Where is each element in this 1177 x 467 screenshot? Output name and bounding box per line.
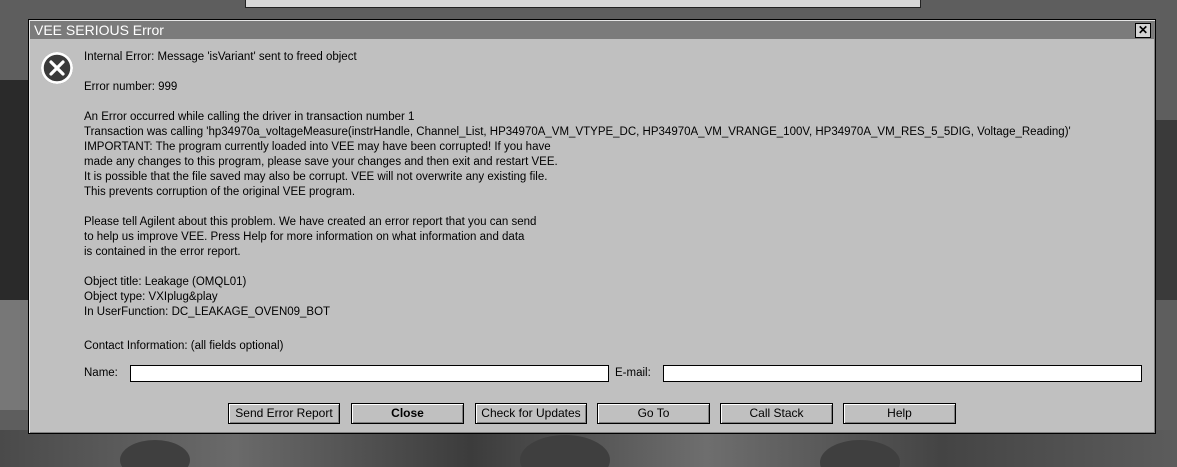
object-type: Object type: VXIplug&play (84, 291, 218, 303)
message-line: Internal Error: Message 'isVariant' sent… (84, 51, 357, 63)
email-field[interactable] (663, 365, 1142, 382)
close-button[interactable]: Close (351, 403, 464, 424)
message-line: is contained in the error report. (84, 246, 241, 258)
call-stack-button[interactable]: Call Stack (720, 403, 833, 424)
message-line: Transaction was calling 'hp34970a_voltag… (84, 126, 1071, 138)
error-number: Error number: 999 (84, 81, 178, 93)
name-label: Name: (84, 367, 118, 379)
send-error-report-button[interactable]: Send Error Report (228, 403, 340, 424)
message-line: An Error occurred while calling the driv… (84, 111, 415, 123)
user-function: In UserFunction: DC_LEAKAGE_OVEN09_BOT (84, 306, 331, 318)
error-dialog: VEE SERIOUS Error ✕ Internal Error: Mess… (28, 19, 1156, 434)
close-window-button[interactable]: ✕ (1135, 23, 1151, 38)
go-to-button[interactable]: Go To (597, 403, 710, 424)
name-field[interactable] (130, 365, 609, 382)
check-for-updates-button[interactable]: Check for Updates (475, 403, 587, 424)
message-line: This prevents corruption of the original… (84, 186, 356, 198)
message-line: to help us improve VEE. Press Help for m… (84, 231, 525, 243)
error-icon (41, 52, 73, 84)
contact-heading: Contact Information: (all fields optiona… (84, 340, 284, 352)
message-line: It is possible that the file saved may a… (84, 171, 548, 183)
message-line: Please tell Agilent about this problem. … (84, 216, 537, 228)
email-label: E-mail: (615, 367, 651, 379)
title-bar[interactable]: VEE SERIOUS Error ✕ (30, 21, 1154, 39)
object-title: Object title: Leakage (OMQL01) (84, 276, 247, 288)
error-message: Internal Error: Message 'isVariant' sent… (84, 50, 1149, 320)
help-button[interactable]: Help (843, 403, 956, 424)
background-window-edge (245, 0, 921, 8)
message-line: made any changes to this program, please… (84, 156, 558, 168)
message-line: IMPORTANT: The program currently loaded … (84, 141, 551, 153)
window-title: VEE SERIOUS Error (34, 22, 164, 38)
